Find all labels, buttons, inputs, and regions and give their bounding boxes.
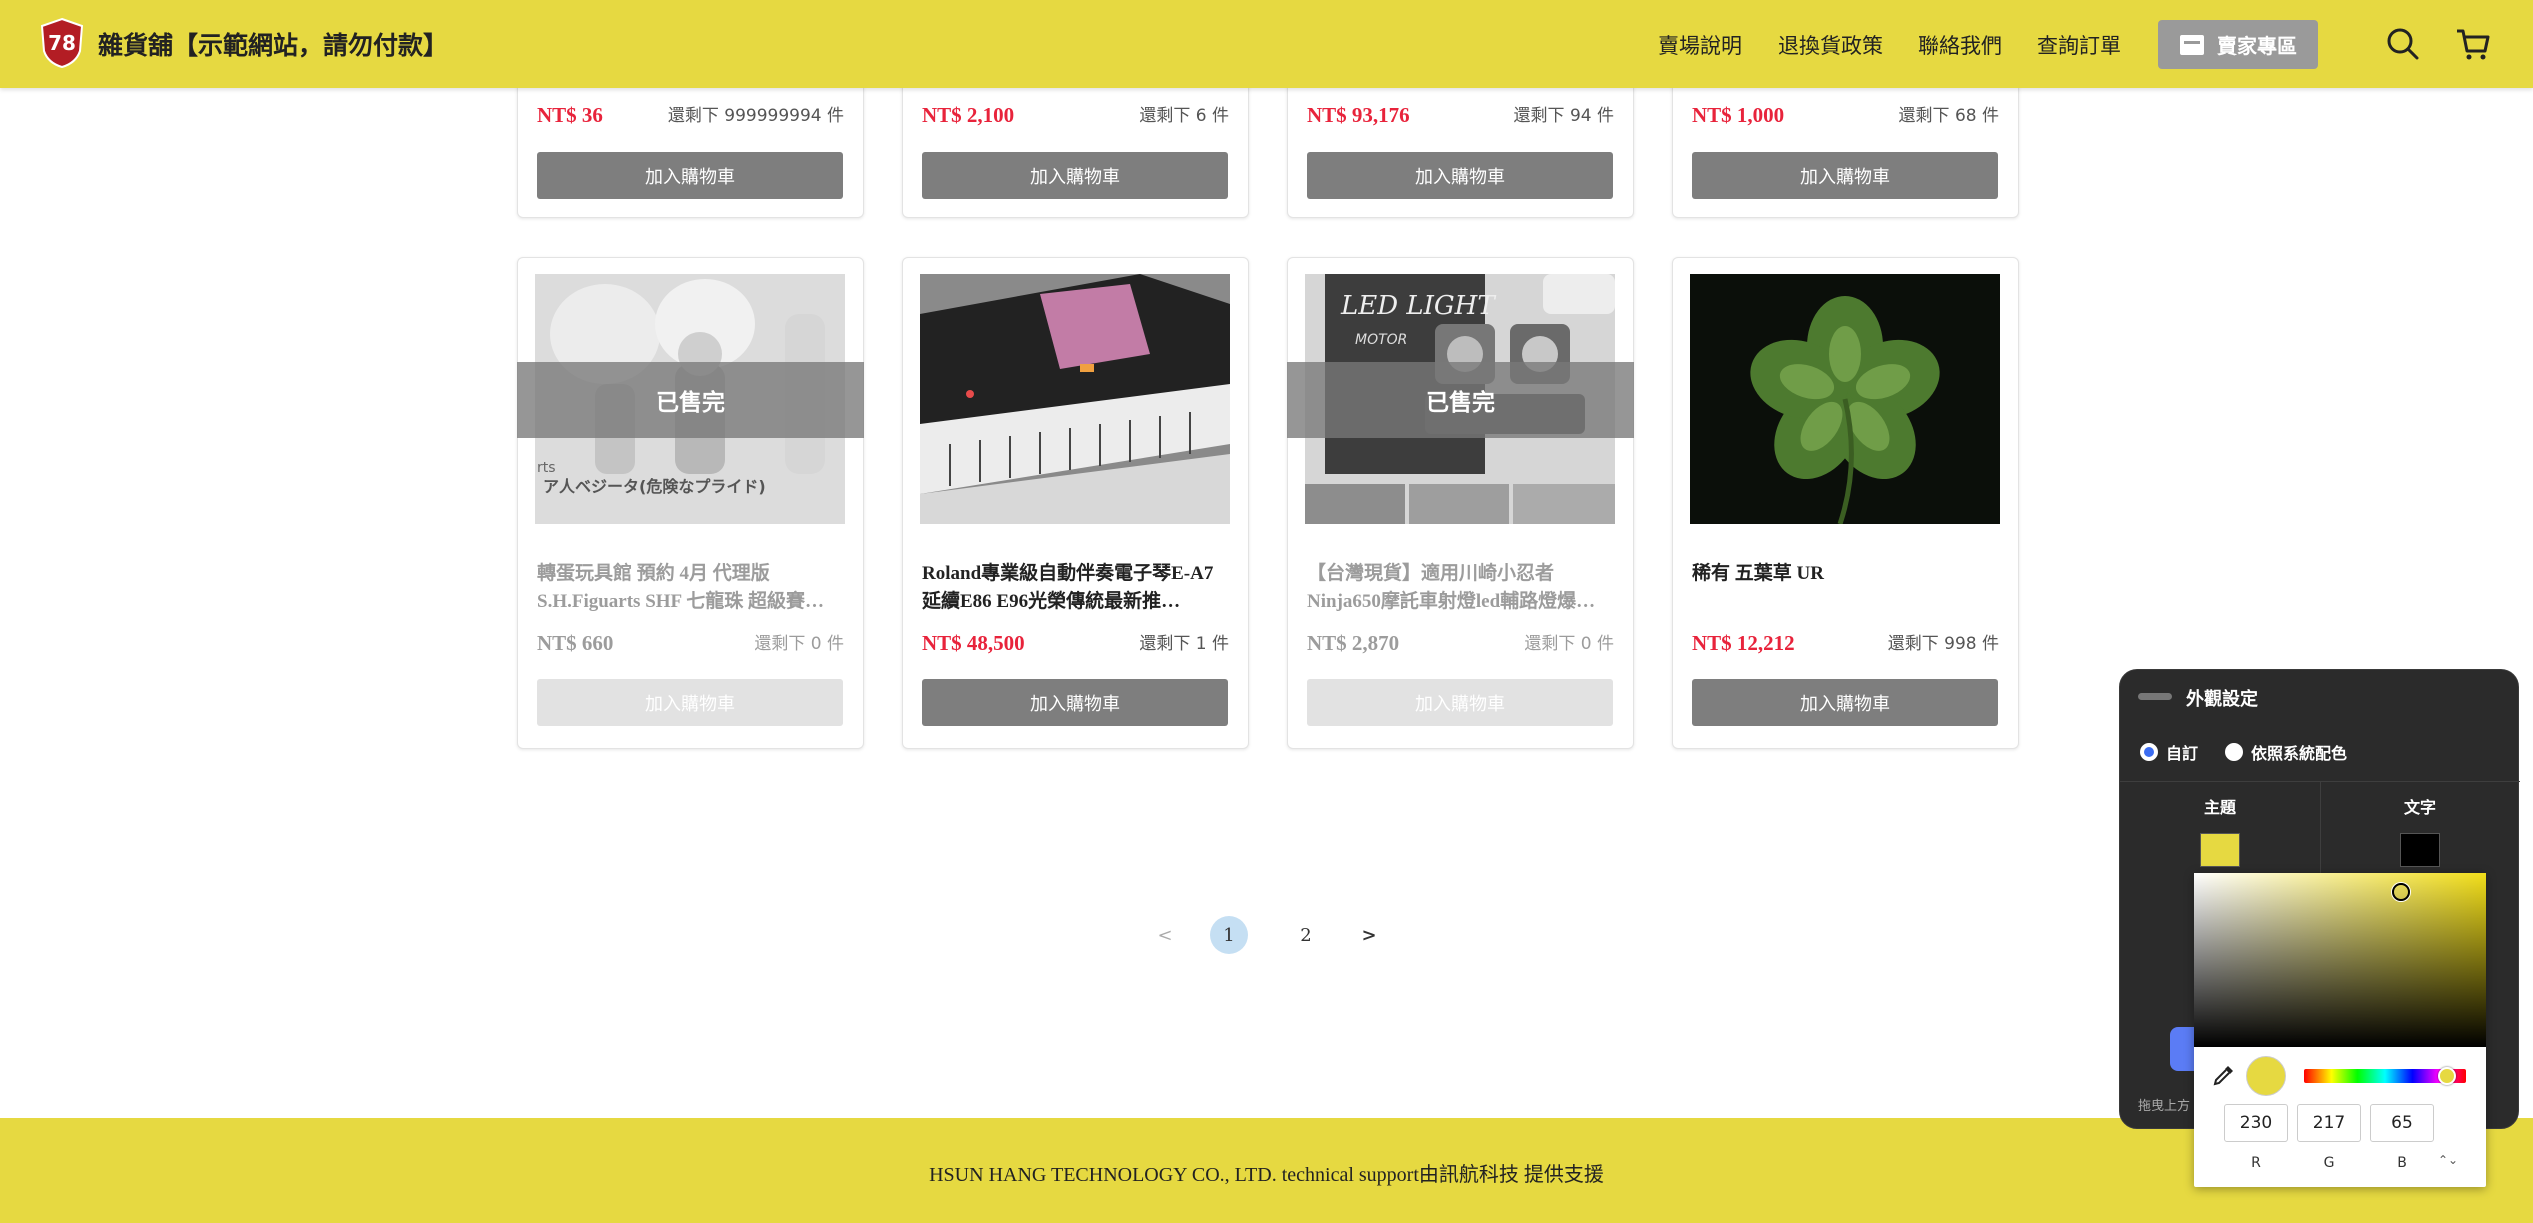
image-caption: LED LIGHT [1340, 291, 1496, 321]
add-to-cart-button[interactable]: 加入購物車 [1307, 679, 1613, 726]
sold-out-label: 已售完 [517, 362, 864, 438]
pagination-next[interactable]: > [1350, 916, 1388, 954]
product-price: NT$ 660 [537, 631, 614, 655]
product-price: NT$ 2,100 [922, 103, 1015, 127]
text-color-swatch[interactable] [2400, 833, 2440, 867]
product-card: NT$ 93,176 還剩下 94 件 加入購物車 [1287, 80, 1634, 218]
image-corner: rts [537, 460, 556, 476]
product-price: NT$ 48,500 [922, 631, 1025, 655]
pagination-prev[interactable]: < [1146, 916, 1184, 954]
nav-order-lookup[interactable]: 查詢訂單 [2037, 30, 2121, 60]
product-stock: 還剩下 6 件 [1139, 106, 1229, 126]
add-to-cart-button[interactable]: 加入購物車 [1307, 152, 1613, 199]
site-title[interactable]: 雜貨舖【示範網站，請勿付款】 [98, 26, 448, 62]
red-label: R [2251, 1155, 2261, 1171]
product-card: NT$ 2,100 還剩下 6 件 加入購物車 [902, 80, 1249, 218]
product-card[interactable]: ア人ベジータ(危険なプライド) rts 已售完 轉蛋玩具館 預約 4月 代理版 … [517, 257, 864, 749]
product-name[interactable]: 【台灣現貨】適用川崎小忍者Ninja650摩託車射燈led輔路燈爆… [1307, 560, 1617, 616]
theme-color-swatch[interactable] [2200, 833, 2240, 867]
option-custom-label: 自訂 [2166, 744, 2199, 763]
product-image[interactable] [1690, 274, 2000, 524]
add-to-cart-button[interactable]: 加入購物車 [1692, 152, 1998, 199]
add-to-cart-button[interactable]: 加入購物車 [537, 679, 843, 726]
pagination-page-2[interactable]: 2 [1287, 916, 1325, 954]
text-color-label: 文字 [2403, 798, 2436, 817]
cart-icon[interactable] [2454, 25, 2492, 63]
nav-contact-us[interactable]: 聯絡我們 [1918, 30, 2002, 60]
product-name[interactable]: 轉蛋玩具館 預約 4月 代理版 S.H.Figuarts SHF 七龍珠 超級賽… [537, 560, 847, 616]
product-stock: 還剩下 1 件 [1139, 634, 1229, 654]
pagination-page-1[interactable]: 1 [1210, 916, 1248, 954]
radio-checked-icon[interactable] [2140, 743, 2158, 761]
panel-hint: 拖曳上方 [2138, 1099, 2191, 1114]
theme-label: 主題 [2203, 798, 2236, 817]
product-stock: 還剩下 0 件 [754, 634, 844, 654]
current-color-preview [2246, 1056, 2286, 1096]
footer-text: HSUN HANG TECHNOLOGY CO., LTD. technical… [929, 1164, 1604, 1186]
hue-handle[interactable] [2438, 1067, 2456, 1085]
add-to-cart-button[interactable]: 加入購物車 [537, 152, 843, 199]
logo-text: 78 [48, 31, 76, 55]
option-custom[interactable]: 自訂 [2140, 740, 2198, 764]
red-input[interactable]: 230 [2224, 1104, 2288, 1142]
product-price: NT$ 2,870 [1307, 631, 1400, 655]
saturation-handle[interactable] [2392, 883, 2410, 901]
product-price: NT$ 12,212 [1692, 631, 1795, 655]
green-input[interactable]: 217 [2297, 1104, 2361, 1142]
seller-area-button[interactable]: 賣家專區 [2158, 20, 2318, 69]
product-price: NT$ 1,000 [1692, 103, 1785, 127]
option-system[interactable]: 依照系統配色 [2225, 740, 2347, 764]
product-stock: 還剩下 94 件 [1513, 106, 1614, 126]
product-name[interactable]: Roland專業級自動伴奏電子琴E-A7 延續E86 E96光榮傳統最新推… [922, 560, 1232, 616]
logo-badge-icon[interactable]: 78 [38, 17, 86, 69]
nav-return-policy[interactable]: 退換貨政策 [1778, 30, 1883, 60]
blue-input[interactable]: 65 [2370, 1104, 2434, 1142]
product-stock: 還剩下 0 件 [1524, 634, 1614, 654]
product-card: NT$ 36 還剩下 999999994 件 加入購物車 [517, 80, 864, 218]
add-to-cart-button[interactable]: 加入購物車 [1692, 679, 1998, 726]
product-stock: 還剩下 68 件 [1898, 106, 1999, 126]
radio-unchecked-icon[interactable] [2225, 743, 2243, 761]
image-caption: ア人ベジータ(危険なプライド) [543, 477, 766, 496]
seller-area-label: 賣家專區 [2217, 34, 2297, 58]
product-card[interactable]: LED LIGHT MOTOR 已售完 【台灣現貨】適用川崎小忍者Ninja65… [1287, 257, 1634, 749]
format-toggle-icon[interactable]: ⌃⌄ [2438, 1153, 2458, 1167]
product-name[interactable]: 稀有 五葉草 UR [1692, 560, 2002, 616]
product-card[interactable]: 稀有 五葉草 UR NT$ 12,212 還剩下 998 件 加入購物車 [1672, 257, 2019, 749]
drag-handle[interactable] [2138, 693, 2172, 700]
store-icon [2180, 34, 2204, 55]
product-stock: 還剩下 998 件 [1887, 634, 1999, 654]
product-card[interactable]: Roland專業級自動伴奏電子琴E-A7 延續E86 E96光榮傳統最新推… N… [902, 257, 1249, 749]
nav-store-info[interactable]: 賣場說明 [1658, 30, 1742, 60]
product-stock: 還剩下 999999994 件 [667, 106, 844, 126]
product-price: NT$ 93,176 [1307, 103, 1410, 127]
panel-title: 外觀設定 [2186, 689, 2258, 710]
green-label: G [2323, 1155, 2335, 1171]
search-icon[interactable] [2384, 25, 2422, 63]
option-system-label: 依照系統配色 [2251, 744, 2348, 763]
eyedropper-icon[interactable] [2212, 1063, 2236, 1087]
site-footer: HSUN HANG TECHNOLOGY CO., LTD. technical… [0, 1118, 2533, 1223]
sold-out-label: 已售完 [1287, 362, 1634, 438]
color-picker: 230 217 65 R G B ⌃⌄ [2194, 873, 2486, 1187]
product-card: NT$ 1,000 還剩下 68 件 加入購物車 [1672, 80, 2019, 218]
saturation-area[interactable] [2194, 873, 2486, 1047]
add-to-cart-button[interactable]: 加入購物車 [922, 679, 1228, 726]
product-image[interactable] [920, 274, 1230, 524]
image-sub: MOTOR [1355, 332, 1407, 348]
product-price: NT$ 36 [537, 103, 603, 127]
blue-label: B [2397, 1155, 2407, 1171]
site-header: 78 雜貨舖【示範網站，請勿付款】 賣場說明 退換貨政策 聯絡我們 查詢訂單 賣… [0, 0, 2533, 88]
add-to-cart-button[interactable]: 加入購物車 [922, 152, 1228, 199]
